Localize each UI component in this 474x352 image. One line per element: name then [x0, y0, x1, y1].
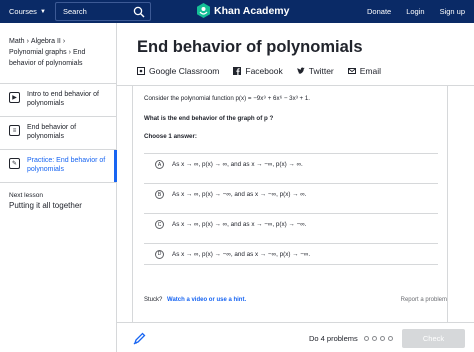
hint-link[interactable]: Watch a video or use a hint.: [167, 297, 246, 303]
video-icon: ▶: [9, 92, 20, 103]
question-ask: What is the end behavior of the graph of…: [144, 115, 274, 122]
choice-text: As x → ∞, p(x) → ∞, and as x → −∞, p(x) …: [172, 161, 303, 168]
courses-menu[interactable]: Courses ▼: [9, 0, 46, 23]
progress-dot: [387, 336, 393, 341]
twitter-icon: [297, 67, 305, 74]
bottom-bar: Do 4 problems Check: [117, 322, 474, 352]
breadcrumb-algebra-ii[interactable]: Algebra II: [31, 38, 61, 45]
courses-label: Courses: [9, 7, 37, 16]
breadcrumb: Math › Algebra II › Polynomial graphs › End b…: [9, 38, 86, 67]
progress-text: Do 4 problems: [309, 334, 358, 343]
share-label: Facebook: [245, 66, 283, 76]
sidebar: Math › Algebra II › Polynomial graphs › End b…: [0, 23, 117, 352]
progress-dots: [363, 336, 393, 341]
question-prompt: Consider the polynomial function p(x) = …: [144, 95, 310, 102]
sidebar-item-intro-video[interactable]: ▶ Intro to end behavior of polynomials: [0, 84, 116, 117]
search-placeholder: Search: [63, 7, 87, 16]
choice-text: As x → ∞, p(x) → ∞, and as x → −∞, p(x) …: [172, 221, 307, 228]
share-label: Email: [359, 66, 382, 76]
answer-choice-d[interactable]: D As x → ∞, p(x) → −∞, and as x → −∞, p(…: [144, 243, 438, 265]
sidebar-item-practice[interactable]: ✎ Practice: End behavior of polynomials: [0, 150, 117, 183]
choice-letter: A: [155, 160, 164, 169]
choice-letter: C: [155, 220, 164, 229]
sidebar-item-label: End behavior of polynomials: [27, 124, 77, 140]
logo-text: Khan Academy: [214, 4, 290, 17]
choose-instruction: Choose 1 answer:: [144, 133, 197, 140]
sidebar-item-label: Intro to end behavior of polynomials: [27, 91, 99, 107]
search-icon[interactable]: [133, 6, 145, 18]
page-title: End behavior of polynomials: [137, 38, 363, 56]
search-input[interactable]: Search: [55, 2, 151, 21]
progress-dot: [379, 336, 385, 341]
progress-dot: [371, 336, 377, 341]
question-panel: Consider the polynomial function p(x) = …: [132, 86, 448, 322]
share-google-classroom[interactable]: Google Classroom: [137, 66, 219, 76]
facebook-icon: [233, 67, 242, 75]
share-twitter[interactable]: Twitter: [297, 66, 334, 76]
article-icon: ≡: [9, 125, 20, 136]
choice-letter: B: [155, 190, 164, 199]
stuck-label: Stuck?: [144, 297, 163, 303]
share-label: Twitter: [308, 66, 334, 76]
sidebar-item-article[interactable]: ≡ End behavior of polynomials: [0, 117, 116, 150]
check-button[interactable]: Check: [402, 329, 465, 348]
answer-choice-c[interactable]: C As x → ∞, p(x) → ∞, and as x → −∞, p(x…: [144, 213, 438, 235]
share-email[interactable]: Email: [347, 66, 382, 76]
share-label: Google Classroom: [149, 66, 220, 76]
share-bar: Google Classroom Facebook Twitter Email: [137, 66, 395, 76]
share-facebook[interactable]: Facebook: [233, 66, 283, 76]
lesson-list: ▶ Intro to end behavior of polynomials ≡…: [0, 83, 117, 183]
login-link[interactable]: Login: [406, 7, 424, 16]
next-lesson-label: Next lesson: [9, 192, 43, 199]
khan-academy-logo[interactable]: Khan Academy: [197, 3, 289, 18]
nav-right: Donate Login Sign up: [367, 0, 465, 23]
scratchpad-pencil-icon[interactable]: [133, 332, 146, 345]
report-problem-link[interactable]: Report a problem: [401, 297, 447, 303]
progress-indicator: Do 4 problems: [309, 334, 393, 343]
breadcrumb-math[interactable]: Math: [9, 38, 25, 45]
next-lesson[interactable]: Next lesson Putting it all together: [0, 183, 116, 219]
choice-text: As x → ∞, p(x) → −∞, and as x → −∞, p(x)…: [172, 191, 307, 198]
email-icon: [347, 68, 356, 74]
google-classroom-icon: [137, 67, 145, 75]
donate-link[interactable]: Donate: [367, 7, 391, 16]
next-lesson-title: Putting it all together: [9, 201, 82, 210]
answer-choice-a[interactable]: A As x → ∞, p(x) → ∞, and as x → −∞, p(x…: [144, 153, 438, 175]
chevron-down-icon: ▼: [39, 8, 46, 15]
breadcrumb-polynomial-graphs[interactable]: Polynomial graphs: [9, 49, 67, 56]
signup-link[interactable]: Sign up: [440, 7, 465, 16]
practice-pencil-icon: ✎: [9, 158, 20, 169]
choice-letter: D: [155, 249, 164, 259]
top-nav: Courses ▼ Search Khan Academy Donate Log…: [0, 0, 474, 23]
answer-choice-b[interactable]: B As x → ∞, p(x) → −∞, and as x → −∞, p(…: [144, 183, 438, 205]
sidebar-item-label: Practice: End behavior of polynomials: [27, 157, 106, 173]
choice-text: As x → ∞, p(x) → −∞, and as x → −∞, p(x)…: [172, 250, 311, 258]
stuck-hint: Stuck? Watch a video or use a hint.: [144, 297, 246, 303]
khan-leaf-icon: [197, 3, 210, 18]
progress-dot: [363, 336, 369, 341]
